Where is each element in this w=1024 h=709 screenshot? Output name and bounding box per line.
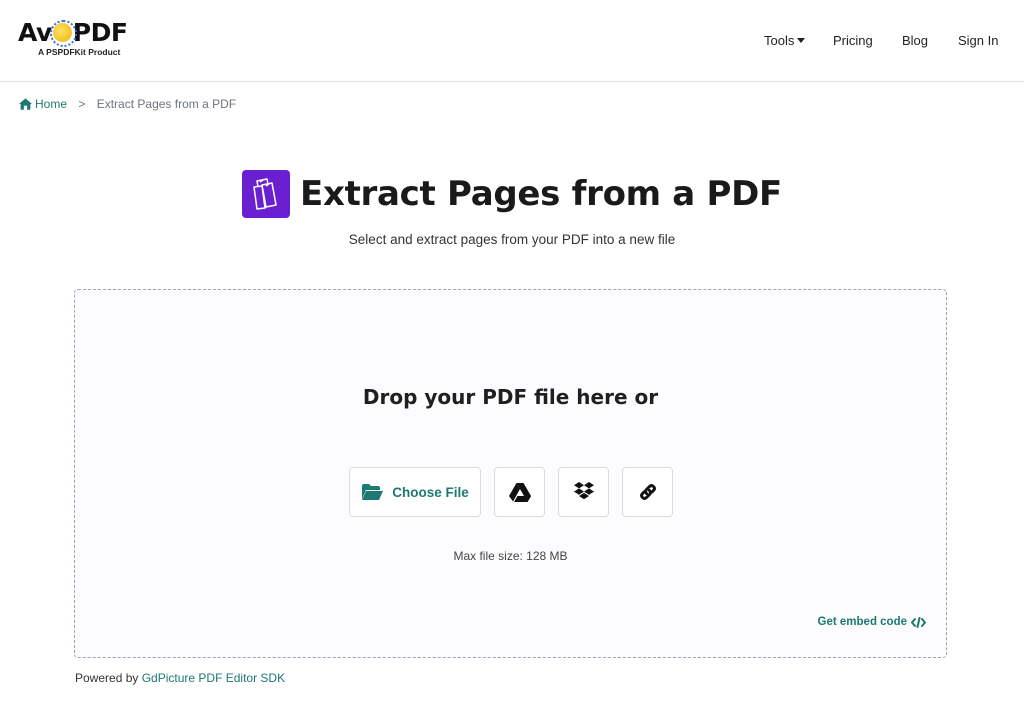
nav-pricing-link[interactable]: Pricing <box>833 33 873 48</box>
extract-pages-icon <box>242 170 291 218</box>
choose-file-label: Choose File <box>392 484 469 500</box>
url-link-button[interactable] <box>622 467 673 517</box>
breadcrumb-current: Extract Pages from a PDF <box>96 97 237 111</box>
google-drive-icon <box>508 482 531 502</box>
powered-by-prefix: Powered by <box>75 671 139 685</box>
embed-label: Get embed code <box>817 616 907 628</box>
page-title: Extract Pages from a PDF <box>300 174 782 214</box>
file-dropzone[interactable]: Drop your PDF file here or Choose File M… <box>74 289 947 658</box>
breadcrumb-home-link[interactable]: Home <box>19 97 70 111</box>
choose-file-button[interactable]: Choose File <box>349 467 481 517</box>
nav-tools-dropdown[interactable]: Tools <box>764 33 806 48</box>
max-file-size: Max file size: 128 MB <box>453 549 568 563</box>
dropbox-icon <box>573 482 594 500</box>
logo-text-start: Av <box>18 18 52 47</box>
site-header: Av PDF A PSPDFKit Product Tools Pricing B… <box>0 0 1024 82</box>
folder-open-icon <box>362 484 384 500</box>
logo-wordmark: Av PDF <box>18 18 128 48</box>
powered-by: Powered by GdPicture PDF Editor SDK <box>75 671 285 685</box>
nav-blog-link[interactable]: Blog <box>902 33 928 48</box>
nav-sign-in-link[interactable]: Sign In <box>958 33 998 48</box>
dropbox-button[interactable] <box>558 467 609 517</box>
breadcrumb-separator: > <box>78 97 86 111</box>
code-icon <box>911 616 926 628</box>
caret-down-icon <box>797 38 806 43</box>
link-icon <box>639 484 656 500</box>
gdpicture-link[interactable]: GdPicture PDF Editor SDK <box>142 671 285 685</box>
avepdf-logo[interactable]: Av PDF A PSPDFKit Product <box>18 18 138 62</box>
nav-tools-label: Tools <box>764 33 795 48</box>
logo-text-end: PDF <box>72 18 128 47</box>
hero: Extract Pages from a PDF <box>0 170 1024 226</box>
home-icon <box>19 98 32 110</box>
breadcrumb: Home > Extract Pages from a PDF <box>19 97 236 111</box>
breadcrumb-home-label: Home <box>35 97 68 111</box>
logo-e-globe-icon <box>49 20 77 47</box>
page-subtitle: Select and extract pages from your PDF i… <box>348 232 676 247</box>
get-embed-code-link[interactable]: Get embed code <box>818 616 926 628</box>
logo-tagline: A PSPDFKit Product <box>38 47 121 57</box>
google-drive-button[interactable] <box>494 467 545 517</box>
dropzone-title: Drop your PDF file here or <box>362 385 659 409</box>
